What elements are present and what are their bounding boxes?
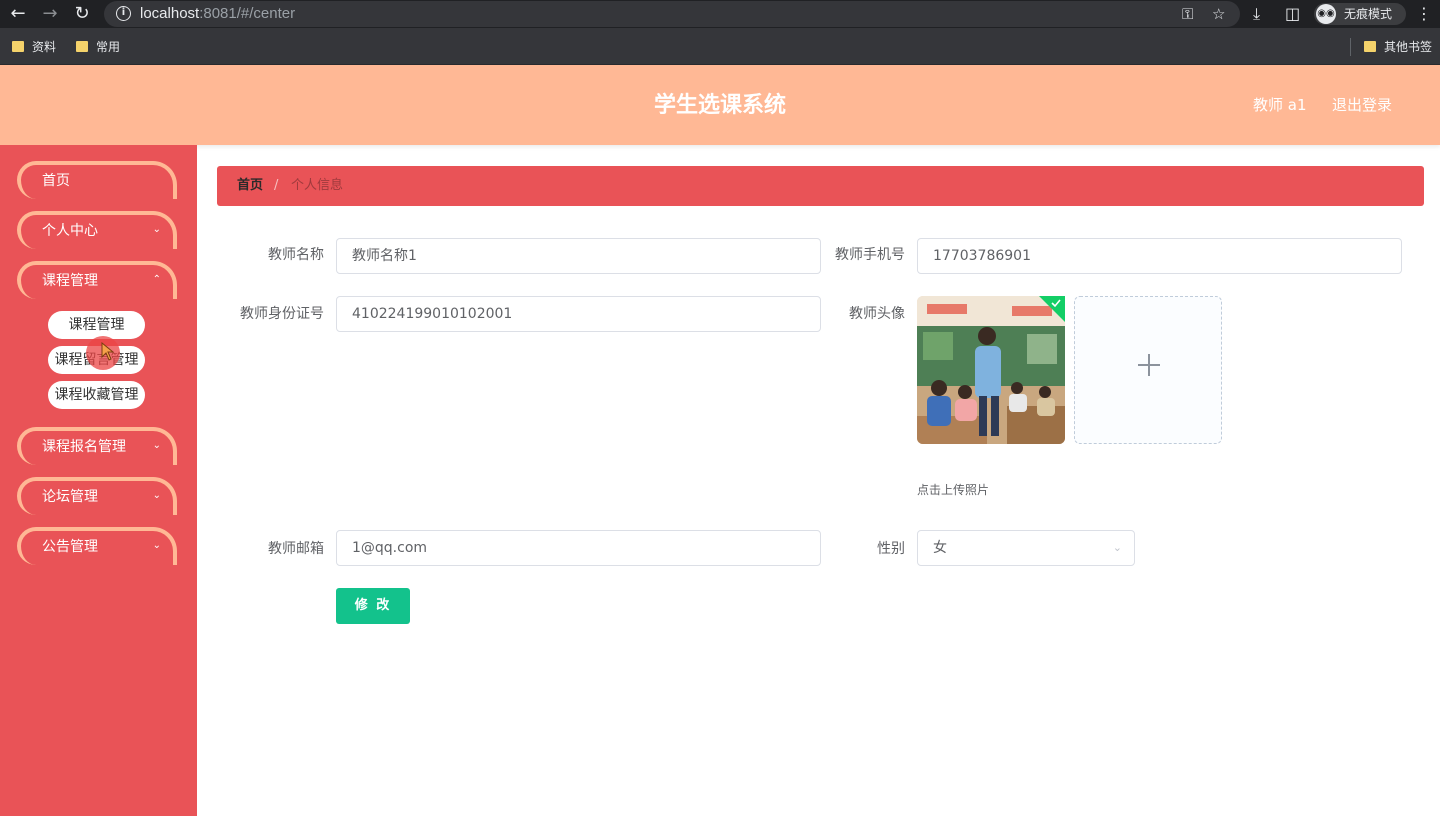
- sidebar-item-forum[interactable]: 论坛管理 ⌄: [17, 477, 177, 515]
- sidebar-item-announcements[interactable]: 公告管理 ⌄: [17, 527, 177, 565]
- back-arrow-icon[interactable]: ←: [8, 4, 28, 24]
- app-header: 学生选课系统 教师 a1 退出登录: [0, 65, 1440, 145]
- sidebar-item-label: 课程报名管理: [42, 439, 126, 455]
- chevron-down-icon: ⌄: [1112, 541, 1122, 554]
- breadcrumb-home[interactable]: 首页: [237, 177, 263, 195]
- sidebar-item-course-management[interactable]: 课程管理 ⌃: [17, 261, 177, 299]
- bookmark-label: 常用: [96, 40, 121, 54]
- bookmark-label: 其他书签: [1384, 40, 1433, 54]
- email-input[interactable]: 1@qq.com: [336, 530, 821, 566]
- folder-icon: [1364, 41, 1376, 52]
- submenu-item-course-management[interactable]: 课程管理: [48, 311, 145, 339]
- forward-arrow-icon[interactable]: →: [40, 4, 60, 24]
- teacher-phone-input[interactable]: 17703786901: [917, 238, 1402, 274]
- teacher-id-label: 教师身份证号: [240, 306, 324, 322]
- upload-success-check-icon: [1039, 296, 1065, 322]
- bookmarks-bar: 资料 常用 其他书签: [0, 28, 1440, 65]
- incognito-icon: ◉◉: [1316, 4, 1336, 24]
- update-button[interactable]: 修 改: [336, 588, 410, 624]
- chevron-down-icon: ⌄: [152, 490, 161, 501]
- site-info-icon[interactable]: i: [116, 6, 131, 21]
- sidebar-item-label: 个人中心: [42, 223, 98, 239]
- plus-icon-vertical: [1148, 354, 1150, 376]
- sidebar-item-label: 公告管理: [42, 539, 98, 555]
- chevron-up-icon: ⌃: [152, 274, 161, 285]
- bookmark-divider: [1350, 38, 1351, 56]
- teacher-name-label: 教师名称: [268, 247, 324, 263]
- breadcrumb-separator: /: [274, 178, 279, 193]
- mouse-cursor-icon: [101, 342, 115, 361]
- sidebar-item-personal-center[interactable]: 个人中心 ⌄: [17, 211, 177, 249]
- sidebar-item-label: 首页: [42, 173, 70, 189]
- upload-tip: 点击上传照片: [917, 483, 990, 497]
- address-bar[interactable]: i localhost:8081/#/center ⚿ ☆: [104, 1, 1240, 27]
- download-icon[interactable]: ⤓: [1253, 4, 1260, 24]
- side-panel-icon[interactable]: ◫: [1285, 4, 1300, 24]
- incognito-badge[interactable]: ◉◉ 无痕模式: [1314, 3, 1406, 25]
- current-user: 教师 a1: [1253, 96, 1307, 114]
- browser-toolbar: ← → ↻ i localhost:8081/#/center ⚿ ☆ ⤓ ◫ …: [0, 0, 1440, 28]
- bookmark-folder[interactable]: 常用: [76, 38, 120, 56]
- gender-select-value: 女: [933, 540, 947, 556]
- email-label: 教师邮箱: [268, 541, 324, 557]
- breadcrumb: 首页 / 个人信息: [217, 166, 1424, 206]
- submenu-item-course-favorites[interactable]: 课程收藏管理: [48, 381, 145, 409]
- sidebar-item-home[interactable]: 首页: [17, 161, 177, 199]
- folder-icon: [76, 41, 88, 52]
- sidebar-item-label: 课程管理: [42, 273, 98, 289]
- teacher-phone-label: 教师手机号: [835, 247, 905, 263]
- chevron-down-icon: ⌄: [152, 440, 161, 451]
- incognito-label: 无痕模式: [1344, 7, 1393, 21]
- chevron-down-icon: ⌄: [152, 540, 161, 551]
- star-bookmark-icon[interactable]: ☆: [1212, 5, 1225, 23]
- chevron-down-icon: ⌄: [152, 224, 161, 235]
- key-icon[interactable]: ⚿: [1182, 5, 1193, 23]
- teacher-name-input[interactable]: 教师名称1: [336, 238, 821, 274]
- teacher-id-input[interactable]: 410224199010102001: [336, 296, 821, 332]
- sidebar-item-label: 论坛管理: [42, 489, 98, 505]
- bookmark-label: 资料: [32, 40, 57, 54]
- gender-label: 性别: [877, 541, 905, 557]
- gender-select[interactable]: 女 ⌄: [917, 530, 1135, 566]
- avatar-upload-button[interactable]: [1074, 296, 1222, 444]
- reload-icon[interactable]: ↻: [72, 4, 92, 24]
- app-title: 学生选课系统: [653, 93, 786, 118]
- folder-icon: [12, 41, 24, 52]
- address-url[interactable]: localhost:8081/#/center: [140, 5, 295, 23]
- logout-link[interactable]: 退出登录: [1332, 95, 1392, 115]
- bookmark-folder[interactable]: 资料: [12, 38, 56, 56]
- sidebar-item-course-enrollment[interactable]: 课程报名管理 ⌄: [17, 427, 177, 465]
- other-bookmarks[interactable]: 其他书签: [1364, 38, 1432, 56]
- breadcrumb-current: 个人信息: [291, 178, 344, 193]
- avatar-label: 教师头像: [849, 306, 905, 322]
- more-menu-icon[interactable]: ⋮: [1416, 4, 1432, 24]
